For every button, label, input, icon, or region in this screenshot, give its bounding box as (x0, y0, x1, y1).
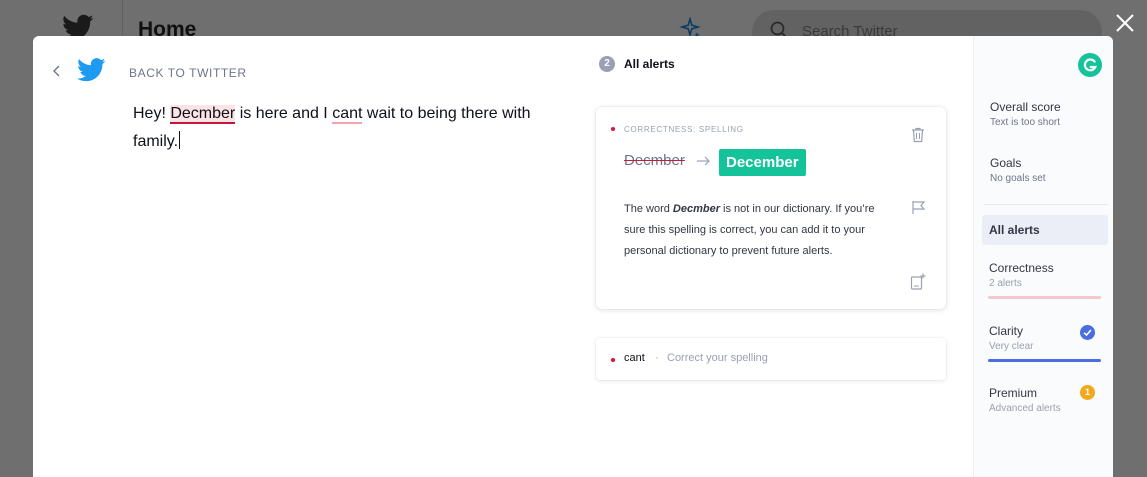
highlighted-error-word[interactable]: Decmber (170, 105, 236, 124)
grammarly-g-glyph (1083, 58, 1097, 72)
arrow-right-icon (697, 156, 710, 166)
divider (984, 204, 1108, 205)
alert-category: CORRECTNESS: SPELLING (624, 125, 744, 134)
description-text: The word (624, 203, 673, 215)
separator: · (655, 352, 659, 364)
alert-description: The word Decmber is not in our dictionar… (624, 199, 886, 262)
alerts-title: All alerts (624, 57, 675, 71)
clarity-bar (988, 359, 1101, 362)
editor-text: Hey! (133, 105, 171, 122)
check-circle-icon (1080, 325, 1095, 340)
clarity-item[interactable]: Clarity Very clear (989, 324, 1033, 352)
goals-item[interactable]: Goals No goals set (990, 156, 1046, 184)
clarity-sub: Very clear (989, 341, 1034, 352)
close-icon[interactable] (1114, 12, 1136, 34)
alert-count-badge: 2 (599, 56, 615, 72)
correctness-sub: 2 alerts (989, 278, 1022, 289)
premium-title: Premium (989, 386, 1038, 400)
twitter-bird-icon (77, 58, 106, 82)
grammarly-logo-icon[interactable] (1078, 53, 1102, 77)
underlined-error-word[interactable]: cant (332, 105, 363, 124)
grammarly-modal: BACK TO TWITTER Hey! Decmber is here and… (33, 36, 1113, 477)
correctness-title: Correctness (989, 261, 1054, 275)
divider (122, 0, 123, 40)
overall-score-sub: Text is too short (990, 117, 1061, 128)
error-dot (611, 127, 615, 131)
overall-score-item[interactable]: Overall score Text is too short (990, 100, 1061, 128)
add-to-dictionary-icon[interactable] (910, 273, 926, 290)
goals-title: Goals (990, 156, 1022, 170)
overall-score-title: Overall score (990, 100, 1061, 114)
clarity-title: Clarity (989, 324, 1024, 338)
goals-sub: No goals set (990, 173, 1046, 184)
incorrect-word: Decmber (624, 152, 685, 169)
description-word: Decmber (672, 203, 720, 215)
accept-suggestion-button[interactable]: December (719, 149, 806, 176)
correctness-item[interactable]: Correctness 2 alerts (989, 261, 1054, 289)
alerts-header: 2 All alerts (599, 56, 675, 72)
premium-item[interactable]: Premium Advanced alerts (989, 386, 1061, 414)
all-alerts-item[interactable]: All alerts (982, 215, 1108, 245)
alert-card-expanded: CORRECTNESS: SPELLING Decmber December T… (596, 107, 946, 309)
back-to-twitter-link[interactable]: BACK TO TWITTER (129, 66, 247, 80)
check-mark (1083, 329, 1092, 337)
all-alerts-title: All alerts (989, 223, 1040, 237)
alert-summary: Correct your spelling (667, 352, 768, 364)
correctness-bar (988, 296, 1101, 299)
chevron-left-icon[interactable] (51, 64, 63, 78)
error-dot (611, 358, 615, 362)
premium-count-badge: 1 (1080, 385, 1095, 400)
trash-icon[interactable] (911, 127, 925, 143)
text-editor[interactable]: Hey! Decmber is here and I cant wait to … (133, 100, 533, 156)
alert-word: cant (624, 352, 645, 364)
premium-sub: Advanced alerts (989, 403, 1061, 414)
alert-card-collapsed[interactable]: cant · Correct your spelling (596, 338, 946, 380)
flag-icon[interactable] (911, 200, 926, 215)
editor-text: is here and I (235, 105, 333, 122)
text-caret (179, 131, 181, 149)
score-sidebar: Overall score Text is too short Goals No… (973, 36, 1113, 477)
